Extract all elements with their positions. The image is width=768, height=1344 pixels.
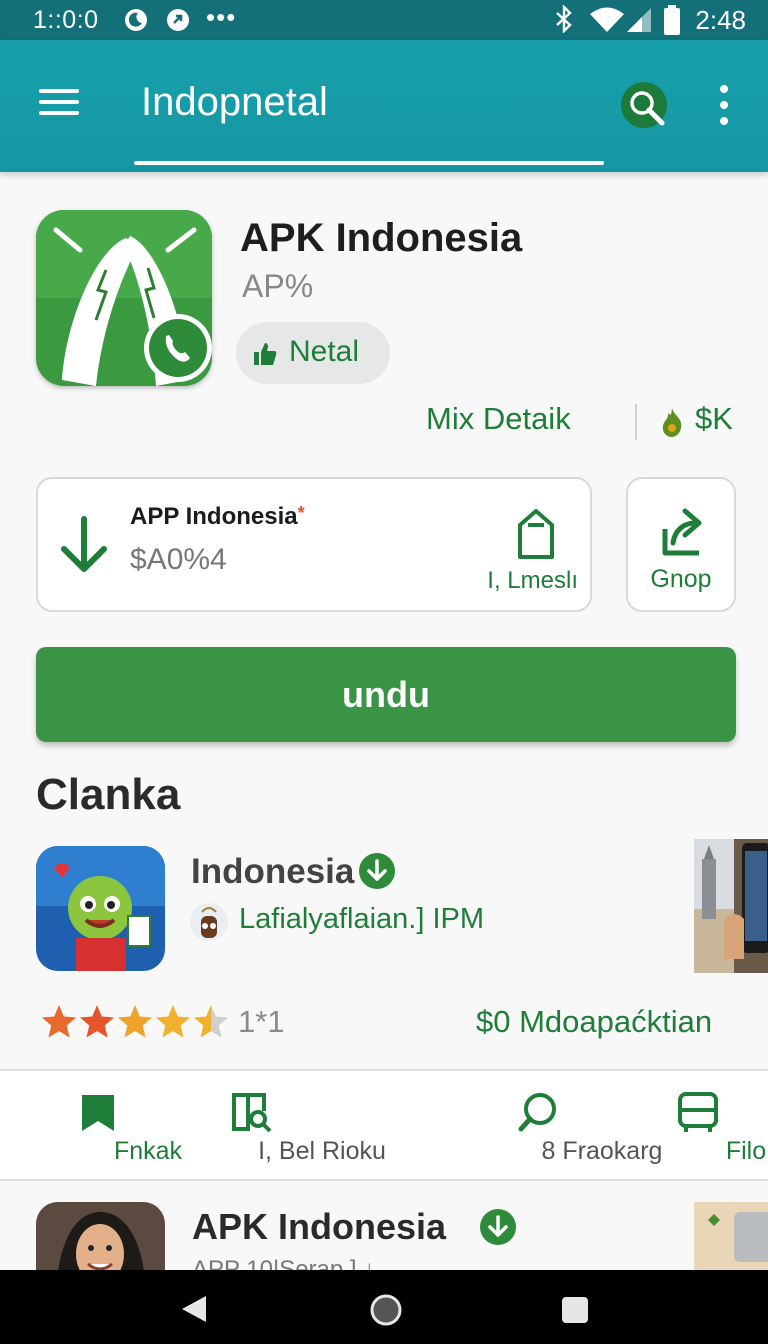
category-chip-label: Netal xyxy=(289,335,360,368)
rating-count: 1*1 xyxy=(238,1004,285,1039)
rating-star-icon xyxy=(41,1005,77,1038)
download-card-title: APP Indonesia* xyxy=(130,503,305,531)
screenshot-thumbnail[interactable] xyxy=(694,839,768,973)
download-info-card[interactable]: APP Indonesia* $A0%4 I, Lmeslı xyxy=(36,477,592,612)
install-button[interactable]: undu xyxy=(36,647,736,742)
battery-icon xyxy=(664,5,680,35)
tab-label: 8 Fraokarg xyxy=(541,1137,663,1165)
status-time-left: 1::0:0 xyxy=(33,6,99,34)
app-bar: Indopnetal xyxy=(0,40,768,172)
search-icon xyxy=(518,1093,556,1132)
share-icon xyxy=(662,508,702,556)
required-mark: * xyxy=(297,503,305,523)
list-item-name[interactable]: Indonesia xyxy=(191,852,354,892)
search-icon[interactable] xyxy=(616,77,672,133)
verified-download-icon xyxy=(359,853,395,889)
app-logo-icon xyxy=(36,210,212,386)
tab-fnkak[interactable]: Fnkak xyxy=(48,1071,182,1179)
wifi-icon xyxy=(590,7,624,32)
mascot-app-icon xyxy=(36,846,165,971)
rating-stars xyxy=(41,1005,229,1038)
title-tab-indicator xyxy=(134,161,604,165)
app-bar-title: Indopnetal xyxy=(141,80,328,124)
download-card-clip-label: I, Lmeslı xyxy=(487,567,578,594)
rating-star-icon xyxy=(193,1005,229,1038)
app-screen: 1::0:0 ••• 2:48 Indopnetal APK Indonesia… xyxy=(0,0,768,1344)
tab-label: I, Bel Rioku xyxy=(258,1137,386,1165)
rating-star-icon xyxy=(155,1005,191,1038)
clipboard-icon xyxy=(518,509,554,559)
bluetooth-icon xyxy=(556,5,572,33)
category-chip[interactable]: Netal xyxy=(236,322,390,384)
moon-icon xyxy=(125,9,147,31)
bottom-tab-bar: Fnkak I, Bel Rioku 8 Fraokarg Filo xyxy=(0,1069,768,1181)
system-nav-bar xyxy=(0,1270,768,1344)
thumbs-up-icon xyxy=(254,343,277,365)
price-label: $0 Mdoapaćktian xyxy=(476,1004,713,1039)
status-bar: 1::0:0 ••• 2:48 xyxy=(0,0,768,40)
bookmark-icon xyxy=(82,1095,114,1131)
tab-bel-rioku[interactable]: I, Bel Rioku xyxy=(182,1071,386,1179)
book-search-icon xyxy=(232,1093,272,1133)
verified-download-icon xyxy=(480,1209,516,1245)
notification-icon xyxy=(167,9,189,31)
app-subtitle: AP% xyxy=(242,268,314,304)
cell-signal-icon xyxy=(627,8,651,32)
meta-divider xyxy=(635,404,637,440)
tab-label: Filo xyxy=(725,1137,767,1165)
share-label: Gnop xyxy=(650,565,712,593)
flame-icon xyxy=(662,408,682,437)
app-icon xyxy=(36,210,212,386)
rating-star-icon xyxy=(79,1005,115,1038)
recent-apps-icon[interactable] xyxy=(561,1296,589,1324)
home-icon[interactable] xyxy=(370,1294,402,1326)
status-more-dots: ••• xyxy=(206,2,237,32)
rating-star-icon xyxy=(117,1005,153,1038)
list-item-2-name[interactable]: APK Indonesia xyxy=(192,1206,446,1248)
tab-filo[interactable]: Filo xyxy=(650,1071,766,1179)
hamburger-menu-icon[interactable] xyxy=(38,85,80,119)
section-title: Clanka xyxy=(36,770,181,819)
developer-badge-icon xyxy=(190,903,228,941)
detail-link[interactable]: Mix Detaik xyxy=(426,401,571,437)
phone-photo-image xyxy=(694,839,768,973)
download-card-title-text: APP Indonesia xyxy=(130,503,298,530)
tab-fraokarg[interactable]: 8 Fraokarg xyxy=(472,1071,662,1179)
list-item-subtitle: Lafialyaflaian.] IPM xyxy=(239,903,485,935)
list-item-icon[interactable] xyxy=(36,846,165,971)
download-count: $K xyxy=(695,401,733,436)
download-card-size: $A0%4 xyxy=(130,543,227,576)
app-name: APK Indonesia xyxy=(240,216,523,260)
share-card[interactable]: Gnop xyxy=(626,477,736,612)
overflow-menu-icon[interactable] xyxy=(712,82,736,128)
bus-icon xyxy=(678,1092,718,1132)
download-arrow-icon xyxy=(61,516,107,572)
back-icon[interactable] xyxy=(180,1294,208,1324)
status-time-right: 2:48 xyxy=(695,5,746,35)
